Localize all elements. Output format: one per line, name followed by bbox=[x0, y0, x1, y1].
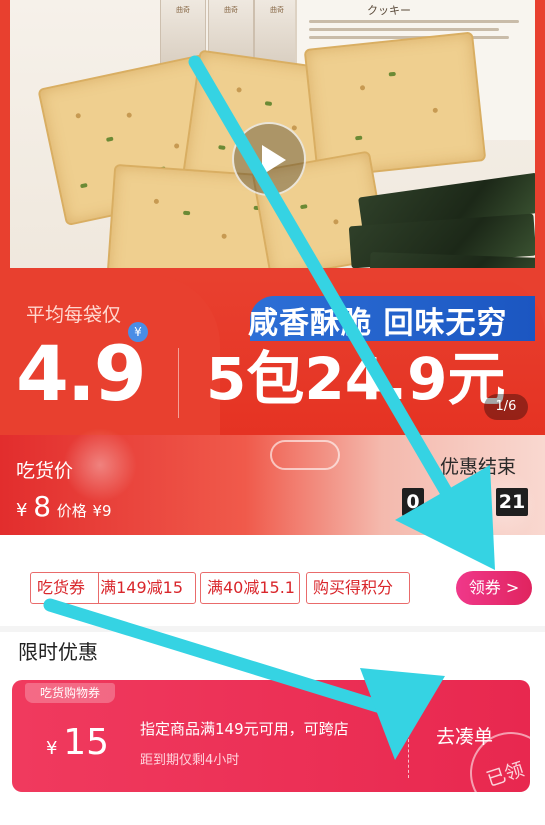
coupon-description: 指定商品满149元可用，可跨店 bbox=[140, 720, 349, 738]
avg-price: 4.9 bbox=[16, 329, 147, 418]
product-hero-image[interactable]: 曲奇 曲奇 曲奇 クッキー bbox=[0, 0, 545, 300]
avg-price-label: 平均每袋仅 bbox=[26, 304, 122, 326]
original-price-label: 价格 bbox=[56, 502, 87, 520]
claim-coupon-button[interactable]: 领券 > bbox=[456, 571, 532, 605]
countdown-title: 优惠结束 bbox=[440, 456, 517, 478]
coupon-chip-foodie[interactable]: 吃货券 满149减15 bbox=[30, 572, 196, 604]
bag-label: 曲奇 bbox=[224, 6, 238, 14]
coupon-chip-40[interactable]: 满40减15.1 bbox=[200, 572, 300, 604]
coupon-expiry: 距到期仅剩4小时 bbox=[140, 753, 240, 768]
package-title: クッキー bbox=[367, 4, 411, 17]
coupon-separator bbox=[408, 698, 409, 778]
currency-symbol: ¥ bbox=[16, 500, 28, 521]
countdown-seconds: 21 bbox=[496, 488, 528, 516]
countdown-hours: 0 bbox=[402, 488, 424, 516]
foodie-price-value: 8 bbox=[33, 490, 52, 523]
bag-label: 曲奇 bbox=[176, 6, 190, 14]
price-divider bbox=[178, 348, 179, 418]
coupon-chip-points[interactable]: 购买得积分 bbox=[306, 572, 410, 604]
slogan-text: 咸香酥脆 回味无穷 bbox=[248, 306, 508, 341]
coupon-amount: ¥ 15 bbox=[46, 722, 109, 763]
coupon-tag: 吃货购物券 bbox=[25, 683, 115, 703]
currency-symbol: ¥ bbox=[46, 738, 58, 759]
pack-price: 5包24.9元 bbox=[206, 345, 506, 413]
chip-value: 满149减15 bbox=[100, 578, 184, 597]
limited-offer-title: 限时优惠 bbox=[18, 640, 98, 664]
cloud-decoration bbox=[270, 440, 340, 470]
coupon-amount-value: 15 bbox=[63, 722, 109, 763]
bag-label: 曲奇 bbox=[270, 6, 284, 14]
chip-label: 吃货券 bbox=[37, 578, 86, 597]
section-divider bbox=[0, 626, 545, 632]
original-price-value: ¥9 bbox=[92, 502, 112, 520]
play-icon[interactable] bbox=[232, 122, 306, 196]
foodie-price-label: 吃货价 bbox=[16, 460, 74, 482]
image-page-indicator: 1/6 bbox=[484, 394, 528, 420]
chip-divider bbox=[98, 572, 99, 604]
foodie-price: ¥ 8 价格 ¥9 bbox=[16, 490, 112, 523]
